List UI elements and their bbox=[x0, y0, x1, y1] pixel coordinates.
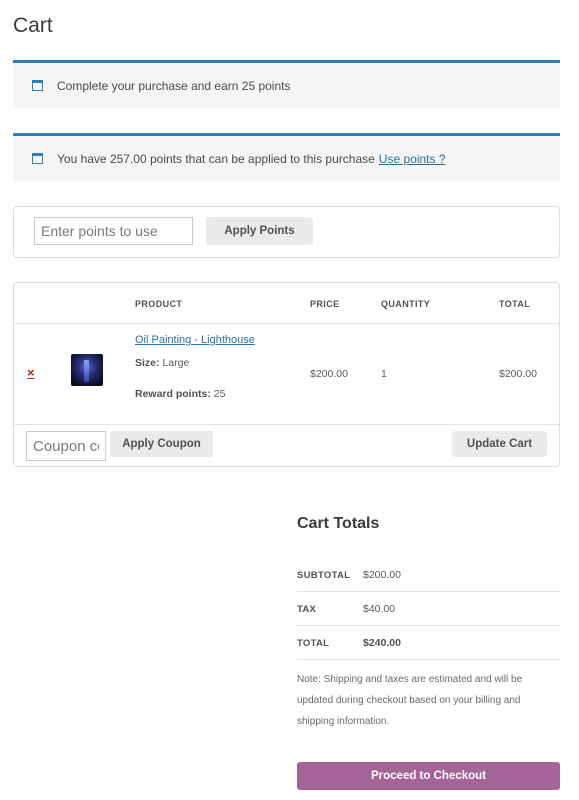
header-price: PRICE bbox=[310, 299, 340, 309]
available-points-notice: You have 257.00 points that can be appli… bbox=[13, 133, 560, 181]
divider bbox=[297, 659, 560, 660]
earn-points-notice: Complete your purchase and earn 25 point… bbox=[13, 60, 560, 108]
available-points-text: You have 257.00 points that can be appli… bbox=[57, 151, 375, 166]
product-reward-points: Reward points: 25 bbox=[135, 388, 225, 400]
remove-item-icon[interactable]: × bbox=[27, 366, 35, 379]
size-value: Large bbox=[162, 357, 190, 369]
size-label: Size: bbox=[135, 357, 160, 369]
tax-label: TAX bbox=[297, 604, 317, 615]
use-points-link[interactable]: Use points ? bbox=[379, 152, 446, 166]
points-input[interactable] bbox=[34, 217, 193, 245]
product-name-link[interactable]: Oil Painting - Lighthouse bbox=[135, 334, 255, 346]
tax-value: $40.00 bbox=[363, 603, 396, 615]
subtotal-value: $200.00 bbox=[363, 569, 401, 581]
update-cart-button[interactable]: Update Cart bbox=[452, 431, 547, 457]
coupon-code-input[interactable] bbox=[26, 431, 106, 461]
header-total: TOTAL bbox=[499, 299, 531, 309]
item-price: $200.00 bbox=[310, 368, 348, 380]
product-thumbnail[interactable] bbox=[71, 354, 103, 386]
notice-window-icon bbox=[32, 80, 43, 91]
product-size: Size: Large bbox=[135, 357, 189, 369]
earn-points-text: Complete your purchase and earn 25 point… bbox=[57, 78, 291, 93]
divider bbox=[297, 625, 560, 626]
apply-points-form: Apply Points bbox=[13, 206, 560, 258]
item-total: $200.00 bbox=[499, 368, 537, 380]
shipping-note: Note: Shipping and taxes are estimated a… bbox=[297, 674, 523, 727]
total-label: TOTAL bbox=[297, 638, 330, 649]
divider bbox=[297, 591, 560, 592]
reward-value: 25 bbox=[213, 388, 226, 400]
header-quantity: QUANTITY bbox=[381, 299, 431, 309]
proceed-to-checkout-button[interactable]: Proceed to Checkout bbox=[297, 762, 560, 790]
total-value: $240.00 bbox=[363, 637, 401, 649]
subtotal-label: SUBTOTAL bbox=[297, 570, 351, 581]
cart-table: PRODUCT PRICE QUANTITY TOTAL × Oil Paint… bbox=[13, 282, 560, 467]
divider bbox=[14, 323, 559, 324]
cart-totals-title: Cart Totals bbox=[297, 515, 380, 532]
item-quantity[interactable]: 1 bbox=[381, 368, 387, 380]
notice-window-icon bbox=[32, 153, 43, 164]
page-title: Cart bbox=[13, 14, 53, 37]
apply-coupon-button[interactable]: Apply Coupon bbox=[110, 431, 213, 457]
divider bbox=[14, 424, 559, 425]
header-product: PRODUCT bbox=[135, 299, 183, 309]
reward-label: Reward points: bbox=[135, 388, 211, 400]
apply-points-button[interactable]: Apply Points bbox=[206, 217, 313, 245]
